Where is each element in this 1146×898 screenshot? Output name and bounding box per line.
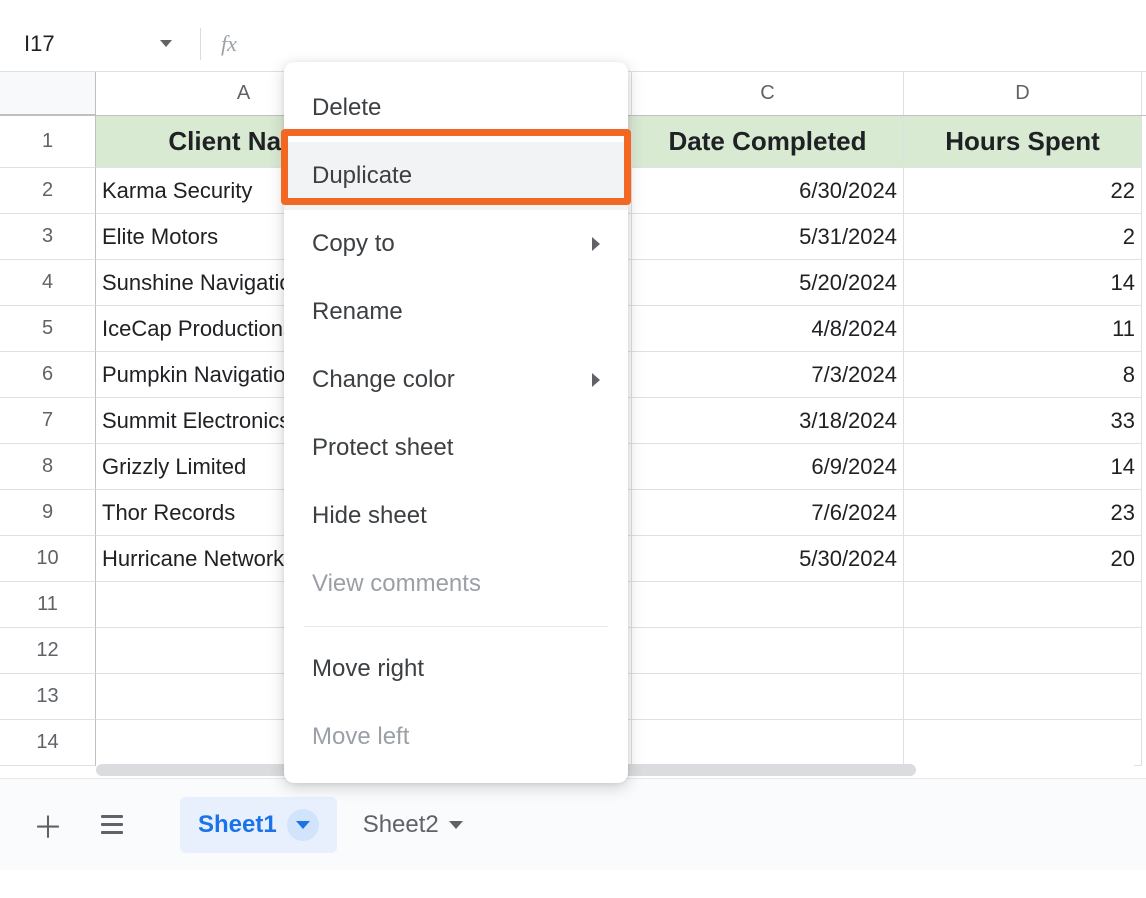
menu-icon (101, 815, 123, 834)
cell-reference-box[interactable]: I17 (8, 31, 188, 57)
menu-divider (304, 626, 608, 627)
cell-date[interactable]: 5/20/2024 (632, 260, 904, 306)
cell-date[interactable]: 6/30/2024 (632, 168, 904, 214)
cell[interactable] (904, 674, 1142, 720)
cell-hours[interactable]: 8 (904, 352, 1142, 398)
menu-item-move-right[interactable]: Move right (284, 635, 628, 703)
menu-item-duplicate[interactable]: Duplicate (284, 142, 628, 210)
sheet-tabs-bar: ＋ Sheet1 Sheet2 (0, 778, 1146, 870)
column-header-c[interactable]: C (632, 72, 904, 115)
menu-item-label: Duplicate (312, 162, 412, 190)
sheet-tab-sheet2[interactable]: Sheet2 (345, 799, 481, 851)
menu-item-move-left: Move left (284, 703, 628, 771)
header-cell-hours-spent[interactable]: Hours Spent (904, 116, 1142, 168)
cell-hours[interactable]: 20 (904, 536, 1142, 582)
row-header[interactable]: 6 (0, 352, 96, 398)
sheet-tab-menu-button[interactable] (287, 809, 319, 841)
row-header[interactable]: 5 (0, 306, 96, 352)
divider (200, 28, 201, 60)
row-header[interactable]: 12 (0, 628, 96, 674)
cell-date[interactable]: 4/8/2024 (632, 306, 904, 352)
menu-item-label: Delete (312, 94, 381, 122)
menu-item-label: View comments (312, 570, 481, 598)
row-header[interactable]: 4 (0, 260, 96, 306)
chevron-right-icon (592, 373, 600, 387)
cell-hours[interactable]: 14 (904, 444, 1142, 490)
menu-item-label: Copy to (312, 230, 395, 258)
chevron-down-icon[interactable] (160, 40, 172, 47)
fx-label: fx (221, 31, 237, 57)
menu-item-delete[interactable]: Delete (284, 74, 628, 142)
row-header[interactable]: 13 (0, 674, 96, 720)
menu-item-hide-sheet[interactable]: Hide sheet (284, 482, 628, 550)
cell-date[interactable]: 6/9/2024 (632, 444, 904, 490)
row-header[interactable]: 2 (0, 168, 96, 214)
chevron-down-icon[interactable] (449, 821, 463, 829)
cell-hours[interactable]: 23 (904, 490, 1142, 536)
row-header[interactable]: 3 (0, 214, 96, 260)
cell-reference-value: I17 (24, 31, 55, 57)
row-header[interactable]: 14 (0, 720, 96, 766)
menu-item-view-comments: View comments (284, 550, 628, 618)
sheet-tab-label: Sheet1 (198, 811, 277, 839)
menu-item-rename[interactable]: Rename (284, 278, 628, 346)
chevron-down-icon (296, 821, 310, 829)
menu-item-label: Protect sheet (312, 434, 453, 462)
menu-item-copy-to[interactable]: Copy to (284, 210, 628, 278)
row-header[interactable]: 9 (0, 490, 96, 536)
menu-item-label: Hide sheet (312, 502, 427, 530)
cell[interactable] (632, 582, 904, 628)
cell-hours[interactable]: 14 (904, 260, 1142, 306)
menu-item-protect-sheet[interactable]: Protect sheet (284, 414, 628, 482)
chevron-right-icon (592, 237, 600, 251)
all-sheets-button[interactable] (84, 797, 140, 853)
row-header[interactable]: 11 (0, 582, 96, 628)
cell-hours[interactable]: 33 (904, 398, 1142, 444)
menu-item-label: Move left (312, 723, 409, 751)
cell-date[interactable]: 5/31/2024 (632, 214, 904, 260)
cell-date[interactable]: 7/3/2024 (632, 352, 904, 398)
select-all-corner[interactable] (0, 72, 96, 115)
row-header[interactable]: 7 (0, 398, 96, 444)
cell[interactable] (904, 628, 1142, 674)
cell-hours[interactable]: 22 (904, 168, 1142, 214)
add-sheet-button[interactable]: ＋ (20, 797, 76, 853)
row-header[interactable]: 10 (0, 536, 96, 582)
cell-date[interactable]: 3/18/2024 (632, 398, 904, 444)
cell[interactable] (632, 674, 904, 720)
sheet-tab-sheet1[interactable]: Sheet1 (180, 797, 337, 853)
cell-date[interactable]: 7/6/2024 (632, 490, 904, 536)
header-cell-date-completed[interactable]: Date Completed (632, 116, 904, 168)
menu-item-label: Change color (312, 366, 455, 394)
cell-hours[interactable]: 11 (904, 306, 1142, 352)
cell[interactable] (904, 720, 1142, 766)
menu-item-label: Rename (312, 298, 403, 326)
cell[interactable] (904, 582, 1142, 628)
cell[interactable] (632, 720, 904, 766)
row-header[interactable]: 8 (0, 444, 96, 490)
menu-item-change-color[interactable]: Change color (284, 346, 628, 414)
column-header-d[interactable]: D (904, 72, 1142, 115)
cell[interactable] (632, 628, 904, 674)
row-header-1[interactable]: 1 (0, 116, 96, 168)
sheet-tab-label: Sheet2 (363, 811, 439, 839)
cell-hours[interactable]: 2 (904, 214, 1142, 260)
plus-icon: ＋ (33, 803, 63, 847)
cell-date[interactable]: 5/30/2024 (632, 536, 904, 582)
menu-item-label: Move right (312, 655, 424, 683)
sheet-context-menu: Delete Duplicate Copy to Rename Change c… (284, 62, 628, 783)
